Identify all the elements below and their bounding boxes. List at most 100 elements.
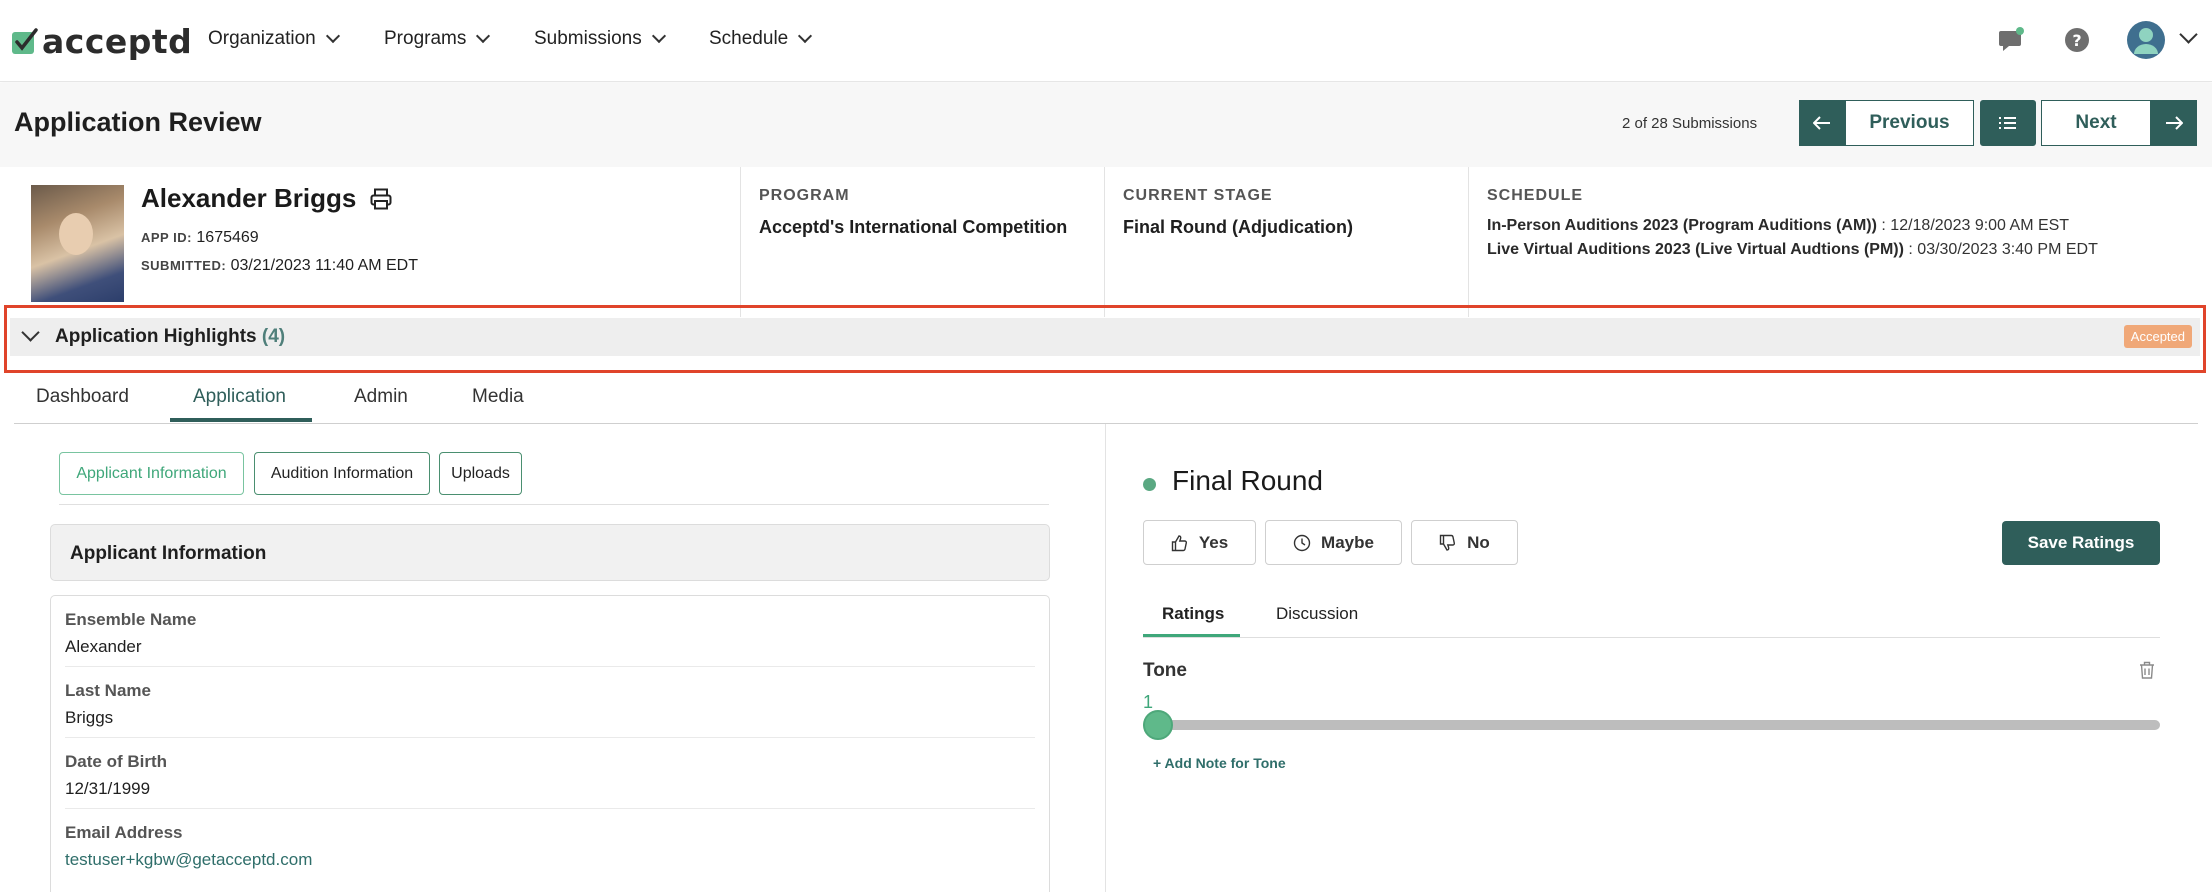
account-chevron-down-icon[interactable]: [2179, 25, 2198, 44]
applicant-photo: [31, 185, 124, 302]
top-navigation: acceptd Organization Programs Submission…: [0, 0, 2212, 82]
subtab-uploads[interactable]: Uploads: [439, 452, 522, 495]
tone-slider-track[interactable]: [1143, 720, 2160, 730]
subtab-applicant-information[interactable]: Applicant Information: [59, 452, 244, 495]
field-value: Alexander: [65, 637, 142, 656]
app-id-value: 1675469: [196, 229, 259, 246]
previous-button[interactable]: Previous: [1845, 100, 1974, 146]
field-label: Email Address: [65, 823, 183, 842]
previous-button-label: Previous: [1869, 112, 1950, 133]
vote-maybe-label: Maybe: [1321, 532, 1374, 552]
field-value: Briggs: [65, 708, 114, 727]
tone-slider-thumb[interactable]: [1143, 710, 1173, 740]
nav-programs[interactable]: Programs: [384, 28, 491, 50]
vote-yes-label: Yes: [1198, 532, 1229, 552]
schedule-time: : 12/18/2023 9:00 AM EST: [1876, 217, 2070, 234]
list-icon: [1999, 117, 2016, 129]
application-panel: Applicant Information Audition Informati…: [14, 424, 1106, 892]
trash-icon[interactable]: [2138, 660, 2156, 680]
round-status-dot: [1143, 478, 1156, 491]
applicant-summary: Alexander Briggs APP ID: 1675469 SUBMITT…: [0, 167, 2212, 317]
chevron-down-icon: [651, 28, 666, 44]
next-arrow-button[interactable]: [2151, 100, 2197, 146]
schedule-line: In-Person Auditions 2023 (Program Auditi…: [1487, 217, 2069, 235]
submitted-row: SUBMITTED: 03/21/2023 11:40 AM EDT: [141, 257, 418, 275]
active-tab-indicator: [170, 418, 312, 422]
logo-check-icon: [12, 27, 38, 54]
vote-no-button[interactable]: No: [1411, 520, 1518, 565]
vote-no-label: No: [1467, 532, 1490, 552]
submitted-value: 03/21/2023 11:40 AM EDT: [230, 257, 419, 274]
subtab-audition-information[interactable]: Audition Information: [254, 452, 430, 495]
criterion-label: Tone: [1143, 660, 1187, 681]
nav-programs-label: Programs: [384, 28, 467, 49]
app-id-label: APP ID:: [141, 230, 192, 245]
nav-organization-label: Organization: [208, 28, 316, 49]
nav-schedule[interactable]: Schedule: [709, 28, 813, 50]
tab-dashboard[interactable]: Dashboard: [36, 386, 129, 408]
program-column: PROGRAM Acceptd's International Competit…: [740, 167, 1104, 317]
schedule-line: Live Virtual Auditions 2023 (Live Virtua…: [1487, 241, 2098, 259]
page-title: Application Review: [14, 107, 262, 137]
next-button[interactable]: Next: [2041, 100, 2151, 146]
messages-icon[interactable]: [1998, 26, 2026, 54]
tab-ratings[interactable]: Ratings: [1162, 604, 1224, 624]
previous-arrow-button[interactable]: [1799, 100, 1845, 146]
add-note-link[interactable]: + Add Note for Tone: [1153, 755, 1286, 771]
email-link[interactable]: testuser+kgbw@getacceptd.com: [65, 850, 312, 870]
thumbs-up-icon: [1171, 534, 1187, 551]
tab-discussion[interactable]: Discussion: [1276, 604, 1358, 624]
highlight-annotation-box: [4, 305, 2206, 373]
tab-admin[interactable]: Admin: [354, 386, 408, 408]
save-ratings-button[interactable]: Save Ratings: [2002, 521, 2160, 565]
stage-label: CURRENT STAGE: [1123, 187, 1273, 204]
user-avatar-icon[interactable]: [2126, 20, 2166, 60]
chevron-down-icon: [798, 28, 813, 44]
section-header: Applicant Information: [50, 524, 1050, 581]
field-label: Ensemble Name: [65, 610, 197, 629]
submitted-label: SUBMITTED:: [141, 258, 227, 273]
field-label: Date of Birth: [65, 752, 167, 771]
field-ensemble-name: Ensemble Name Alexander: [65, 596, 1035, 667]
thumbs-down-icon: [1439, 534, 1456, 551]
schedule-label: SCHEDULE: [1487, 187, 1584, 204]
field-email-address: Email Address testuser+kgbw@getacceptd.c…: [65, 809, 1035, 880]
slider-value: 1: [1143, 692, 1154, 712]
program-label: PROGRAM: [759, 187, 850, 204]
acceptd-logo[interactable]: acceptd: [12, 22, 192, 61]
vote-maybe-button[interactable]: Maybe: [1265, 520, 1402, 565]
rating-tabs: Ratings Discussion: [1143, 598, 2160, 638]
stage-column: CURRENT STAGE Final Round (Adjudication): [1104, 167, 1468, 317]
chevron-down-icon: [325, 28, 340, 44]
arrow-left-icon: [1813, 116, 1830, 130]
field-last-name: Last Name Briggs: [65, 667, 1035, 738]
tab-media[interactable]: Media: [472, 386, 524, 408]
nav-schedule-label: Schedule: [709, 28, 789, 49]
main-tabs: Dashboard Application Admin Media: [14, 374, 2198, 424]
chevron-down-icon: [476, 28, 491, 44]
logo-text: acceptd: [42, 22, 193, 61]
nav-submissions[interactable]: Submissions: [534, 28, 666, 50]
submission-list-button[interactable]: [1980, 100, 2036, 146]
nav-organization[interactable]: Organization: [208, 28, 340, 50]
stage-value: Final Round (Adjudication): [1123, 217, 1353, 237]
help-icon[interactable]: ?: [2064, 27, 2090, 53]
applicant-name: Alexander Briggs: [141, 183, 357, 213]
nav-submissions-label: Submissions: [534, 28, 642, 49]
round-title: Final Round: [1172, 465, 1323, 496]
schedule-event: In-Person Auditions 2023 (Program Auditi…: [1487, 217, 1877, 234]
page-header: Application Review 2 of 28 Submissions P…: [0, 83, 2212, 167]
next-button-label: Next: [2075, 112, 2117, 133]
active-rating-tab-indicator: [1143, 634, 1240, 637]
clock-icon: [1293, 534, 1311, 551]
app-id-row: APP ID: 1675469: [141, 229, 259, 247]
field-value: 12/31/1999: [65, 779, 151, 798]
print-icon[interactable]: [370, 188, 392, 210]
submission-count: 2 of 28 Submissions: [1622, 115, 1758, 132]
field-date-of-birth: Date of Birth 12/31/1999: [65, 738, 1035, 809]
vote-yes-button[interactable]: Yes: [1143, 520, 1256, 565]
tab-application[interactable]: Application: [193, 386, 286, 408]
section-title: Applicant Information: [70, 543, 267, 564]
applicant-fields: Ensemble Name Alexander Last Name Briggs…: [50, 595, 1050, 892]
schedule-time: : 03/30/2023 3:40 PM EDT: [1903, 241, 2098, 258]
